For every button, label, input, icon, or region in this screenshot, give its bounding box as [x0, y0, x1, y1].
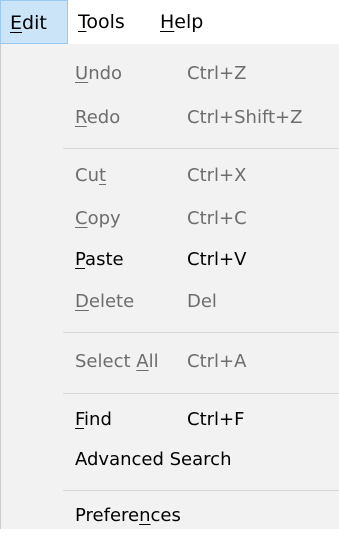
menu-item-preferences[interactable]: Preferences: [1, 496, 339, 536]
menu-item-copy-label: Copy: [75, 199, 121, 239]
menu-item-redo-shortcut: Ctrl+Shift+Z: [187, 107, 303, 128]
menu-item-preferences-label: Preferences: [75, 496, 181, 536]
delete-rest: elete: [88, 291, 135, 312]
redo-accel: R: [75, 107, 87, 128]
menu-item-delete-label: Delete: [75, 282, 134, 322]
menu-item-paste-label: Paste: [75, 240, 124, 280]
cut-accel: t: [98, 165, 107, 186]
menu-bar: Edit Tools Help: [0, 0, 339, 45]
paste-accel: P: [75, 249, 86, 270]
prefs-pre: Prefere: [75, 505, 140, 526]
prefs-accel: n: [139, 505, 151, 526]
menubar-help-rest: elp: [174, 11, 204, 33]
menu-item-paste-shortcut: Ctrl+V: [187, 249, 247, 270]
edit-dropdown-menu: Undo Ctrl+Z Redo Ctrl+Shift+Z Cut Ctrl+X…: [0, 44, 339, 529]
find-accel: F: [75, 409, 85, 430]
menu-item-redo[interactable]: Redo Ctrl+Shift+Z: [1, 98, 339, 138]
menubar-edit[interactable]: Edit: [0, 0, 68, 44]
menu-item-select-all-label: Select All: [75, 342, 159, 382]
menu-item-find-shortcut: Ctrl+F: [187, 409, 245, 430]
menubar-tools-rest: ools: [86, 11, 125, 33]
menu-item-undo[interactable]: Undo Ctrl+Z: [1, 54, 339, 94]
menu-item-cut-shortcut: Ctrl+X: [187, 165, 247, 186]
menu-item-delete[interactable]: Delete Del: [1, 282, 339, 322]
menu-item-copy-shortcut: Ctrl+C: [187, 208, 247, 229]
prefs-rest: ces: [150, 505, 181, 526]
menubar-edit-rest: dit: [22, 12, 47, 34]
menubar-help[interactable]: Help: [154, 0, 234, 44]
menu-item-undo-shortcut: Ctrl+Z: [187, 63, 247, 84]
menu-separator: [63, 332, 339, 333]
menubar-tools[interactable]: Tools: [72, 0, 152, 44]
menu-item-advanced-search-label: Advanced Search: [75, 449, 232, 470]
menu-item-paste[interactable]: Paste Ctrl+V: [1, 240, 339, 280]
menu-separator: [63, 393, 339, 394]
menu-separator: [63, 148, 339, 149]
cut-pre: Cu: [75, 165, 99, 186]
undo-accel: U: [75, 63, 89, 84]
menubar-help-acc: H: [160, 11, 175, 33]
menu-item-select-all-shortcut: Ctrl+A: [187, 351, 247, 372]
menu-item-cut-label: Cut: [75, 156, 106, 196]
copy-rest: opy: [87, 208, 121, 229]
menu-item-redo-label: Redo: [75, 98, 120, 138]
menu-item-advanced-search[interactable]: Advanced Search: [1, 440, 339, 480]
menu-item-find-label: Find: [75, 400, 112, 440]
menu-item-copy[interactable]: Copy Ctrl+C: [1, 199, 339, 239]
selectall-pre: Select: [75, 351, 137, 372]
menu-item-select-all[interactable]: Select All Ctrl+A: [1, 342, 339, 382]
menu-item-find[interactable]: Find Ctrl+F: [1, 400, 339, 440]
selectall-rest: ll: [148, 351, 159, 372]
menubar-edit-acc: E: [10, 12, 23, 34]
menu-item-cut[interactable]: Cut Ctrl+X: [1, 156, 339, 196]
redo-rest: edo: [86, 107, 121, 128]
menu-item-undo-label: Undo: [75, 54, 122, 94]
delete-accel: D: [75, 291, 89, 312]
undo-rest: ndo: [88, 63, 123, 84]
menu-item-delete-shortcut: Del: [187, 291, 217, 312]
copy-accel: C: [75, 208, 88, 229]
menu-separator: [63, 490, 339, 491]
paste-rest: aste: [85, 249, 124, 270]
find-rest: ind: [84, 409, 112, 430]
selectall-accel: A: [136, 351, 149, 372]
